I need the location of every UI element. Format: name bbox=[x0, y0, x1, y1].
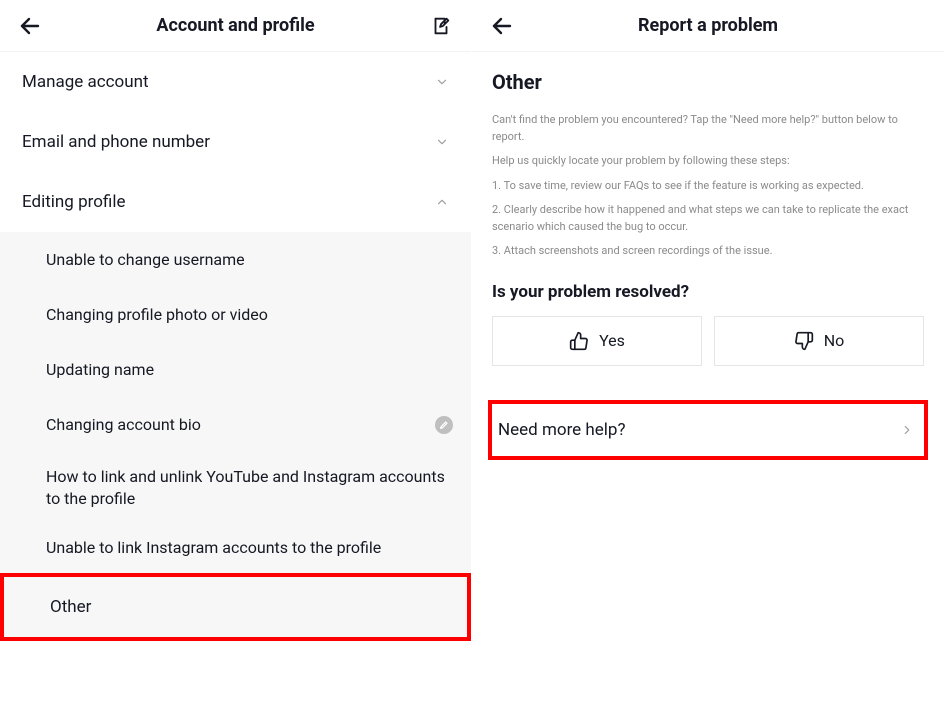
subitem-other[interactable]: Other bbox=[0, 573, 471, 641]
resolved-buttons: Yes No bbox=[492, 316, 924, 366]
step-1: 1. To save time, review our FAQs to see … bbox=[492, 178, 924, 195]
section-label: Editing profile bbox=[22, 192, 125, 212]
yes-label: Yes bbox=[599, 331, 625, 350]
step-2: 2. Clearly describe how it happened and … bbox=[492, 202, 924, 235]
subitem-link-unlink-youtube-instagram[interactable]: How to link and unlink YouTube and Insta… bbox=[0, 452, 471, 523]
subitem-label: Changing account bio bbox=[46, 415, 201, 434]
subitem-changing-bio[interactable]: Changing account bio bbox=[0, 397, 471, 452]
need-more-help-button[interactable]: Need more help? bbox=[492, 404, 924, 456]
left-header: Account and profile bbox=[0, 0, 471, 52]
resolved-question: Is your problem resolved? bbox=[492, 282, 924, 302]
subitem-label: Updating name bbox=[46, 360, 154, 379]
need-more-help-highlight: Need more help? bbox=[488, 400, 928, 460]
edit-badge bbox=[435, 416, 453, 434]
pencil-icon bbox=[439, 420, 449, 430]
no-button[interactable]: No bbox=[714, 316, 924, 366]
yes-button[interactable]: Yes bbox=[492, 316, 702, 366]
page-title: Account and profile bbox=[44, 15, 427, 36]
right-header: Report a problem bbox=[472, 0, 944, 52]
page-title: Report a problem bbox=[516, 15, 900, 36]
step-3: 3. Attach screenshots and screen recordi… bbox=[492, 243, 924, 260]
subitem-label: Unable to change username bbox=[46, 250, 245, 269]
section-email-phone[interactable]: Email and phone number bbox=[0, 112, 471, 172]
chevron-down-icon bbox=[435, 135, 449, 149]
thumbs-down-icon bbox=[794, 331, 814, 351]
no-label: No bbox=[824, 331, 845, 350]
back-button[interactable] bbox=[16, 12, 44, 40]
section-label: Manage account bbox=[22, 72, 149, 92]
account-profile-panel: Account and profile Manage account Email… bbox=[0, 0, 472, 706]
subitem-updating-name[interactable]: Updating name bbox=[0, 342, 471, 397]
subitem-label: Other bbox=[50, 597, 91, 617]
subitem-changing-photo-video[interactable]: Changing profile photo or video bbox=[0, 287, 471, 342]
section-label: Email and phone number bbox=[22, 132, 210, 152]
subitem-unable-link-instagram[interactable]: Unable to link Instagram accounts to the… bbox=[0, 523, 471, 573]
need-more-help-label: Need more help? bbox=[498, 420, 626, 440]
report-content: Other Can't find the problem you encount… bbox=[472, 52, 944, 366]
steps-intro: Help us quickly locate your problem by f… bbox=[492, 153, 924, 170]
chevron-right-icon bbox=[900, 423, 914, 437]
report-instructions: Can't find the problem you encountered? … bbox=[492, 112, 924, 260]
thumbs-up-icon bbox=[569, 331, 589, 351]
section-editing-profile[interactable]: Editing profile bbox=[0, 172, 471, 232]
editing-profile-subitems: Unable to change username Changing profi… bbox=[0, 232, 471, 641]
chevron-down-icon bbox=[435, 75, 449, 89]
subitem-label: How to link and unlink YouTube and Insta… bbox=[46, 467, 445, 508]
subitem-label: Changing profile photo or video bbox=[46, 305, 268, 324]
report-heading: Other bbox=[492, 70, 924, 94]
subitem-label: Unable to link Instagram accounts to the… bbox=[46, 538, 381, 557]
subitem-unable-change-username[interactable]: Unable to change username bbox=[0, 232, 471, 287]
arrow-left-icon bbox=[490, 14, 514, 38]
back-button[interactable] bbox=[488, 12, 516, 40]
edit-note-icon bbox=[430, 15, 452, 37]
report-problem-panel: Report a problem Other Can't find the pr… bbox=[472, 0, 944, 706]
edit-note-button[interactable] bbox=[427, 12, 455, 40]
chevron-up-icon bbox=[435, 195, 449, 209]
section-manage-account[interactable]: Manage account bbox=[0, 52, 471, 112]
intro-text: Can't find the problem you encountered? … bbox=[492, 112, 924, 145]
arrow-left-icon bbox=[18, 14, 42, 38]
